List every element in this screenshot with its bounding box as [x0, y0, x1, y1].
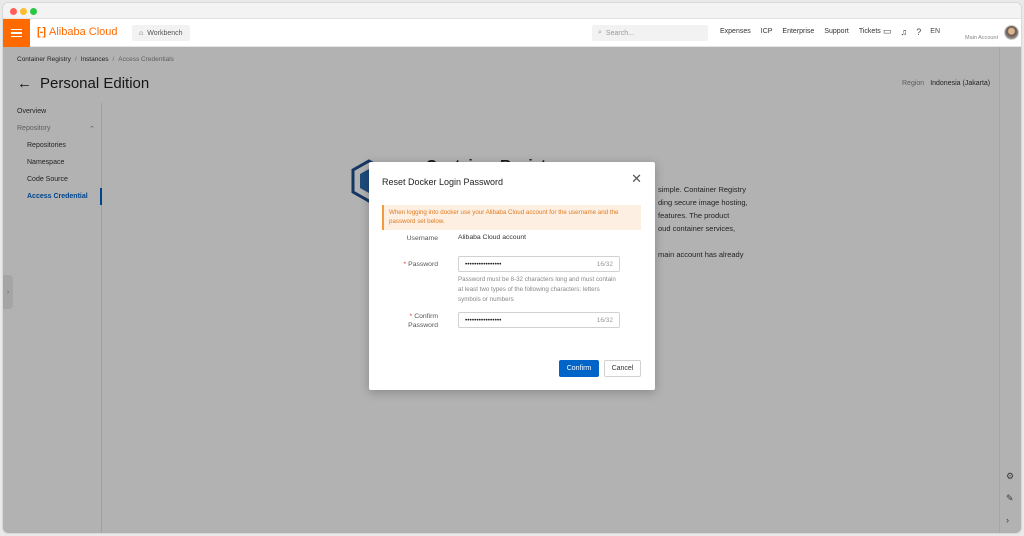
cancel-button[interactable]: Cancel — [604, 360, 641, 377]
nav-link-expenses[interactable]: Expenses — [720, 28, 751, 35]
password-label-text: Password — [408, 261, 438, 268]
confirm-label-line2: Password — [408, 322, 438, 329]
close-icon[interactable]: ✕ — [631, 171, 642, 187]
logo-mark-icon: [-] — [37, 26, 46, 38]
window-chrome — [3, 3, 1021, 19]
password-input[interactable]: •••••••••••••••• 16/32 — [458, 256, 620, 272]
nav-link-icp[interactable]: ICP — [761, 28, 773, 35]
alibaba-cloud-logo[interactable]: [-] Alibaba Cloud — [37, 26, 118, 38]
confirm-password-value: •••••••••••••••• — [465, 316, 502, 324]
workbench-button[interactable]: ⌂ Workbench — [132, 25, 190, 41]
language-switch[interactable]: EN — [930, 28, 940, 35]
search-input[interactable]: ⌕ Search... — [592, 25, 708, 41]
close-window-dot[interactable] — [10, 8, 17, 15]
confirm-button[interactable]: Confirm — [559, 360, 599, 377]
reset-password-dialog: Reset Docker Login Password ✕ When loggi… — [369, 162, 655, 390]
logo-text: Alibaba Cloud — [49, 26, 118, 38]
workbench-label: Workbench — [147, 29, 183, 37]
bell-icon[interactable]: ♫ — [901, 27, 908, 37]
nav-link-enterprise[interactable]: Enterprise — [782, 28, 814, 35]
required-mark: * — [409, 313, 413, 320]
confirm-label-line1: * Confirm — [410, 313, 438, 320]
search-icon: ⌕ — [598, 29, 602, 36]
required-mark: * — [403, 261, 407, 268]
minimize-window-dot[interactable] — [20, 8, 27, 15]
nav-link-support[interactable]: Support — [824, 28, 849, 35]
username-label: Username — [406, 235, 438, 242]
maximize-window-dot[interactable] — [30, 8, 37, 15]
confirm-char-count: 16/32 — [596, 316, 613, 324]
home-icon: ⌂ — [139, 29, 144, 37]
dialog-title: Reset Docker Login Password — [382, 177, 504, 187]
nav-link-tickets[interactable]: Tickets — [859, 28, 881, 35]
confirm-password-label: * Confirm Password — [408, 312, 438, 330]
username-value: Alibaba Cloud account — [458, 234, 527, 241]
notice-banner: When logging into docker use your Alibab… — [382, 205, 641, 230]
avatar[interactable] — [1004, 25, 1019, 40]
top-navigation: [-] Alibaba Cloud ⌂ Workbench ⌕ Search..… — [3, 19, 1021, 47]
message-icon[interactable]: ▭ — [883, 26, 892, 37]
confirm-label-text: Confirm — [414, 313, 438, 320]
nav-icons: ▭ ♫ ? EN — [883, 26, 940, 37]
password-value: •••••••••••••••• — [465, 260, 502, 268]
confirm-password-input[interactable]: •••••••••••••••• 16/32 — [458, 312, 620, 328]
password-char-count: 16/32 — [596, 260, 613, 268]
account-label[interactable]: Main Account — [965, 35, 998, 41]
menu-hamburger-icon[interactable] — [3, 19, 30, 47]
password-label: * Password — [404, 260, 439, 269]
nav-links: Expenses ICP Enterprise Support Tickets — [720, 28, 881, 35]
password-hint: Password must be 8-32 characters long an… — [458, 276, 616, 303]
help-icon[interactable]: ? — [916, 27, 921, 37]
search-placeholder: Search... — [605, 29, 634, 37]
